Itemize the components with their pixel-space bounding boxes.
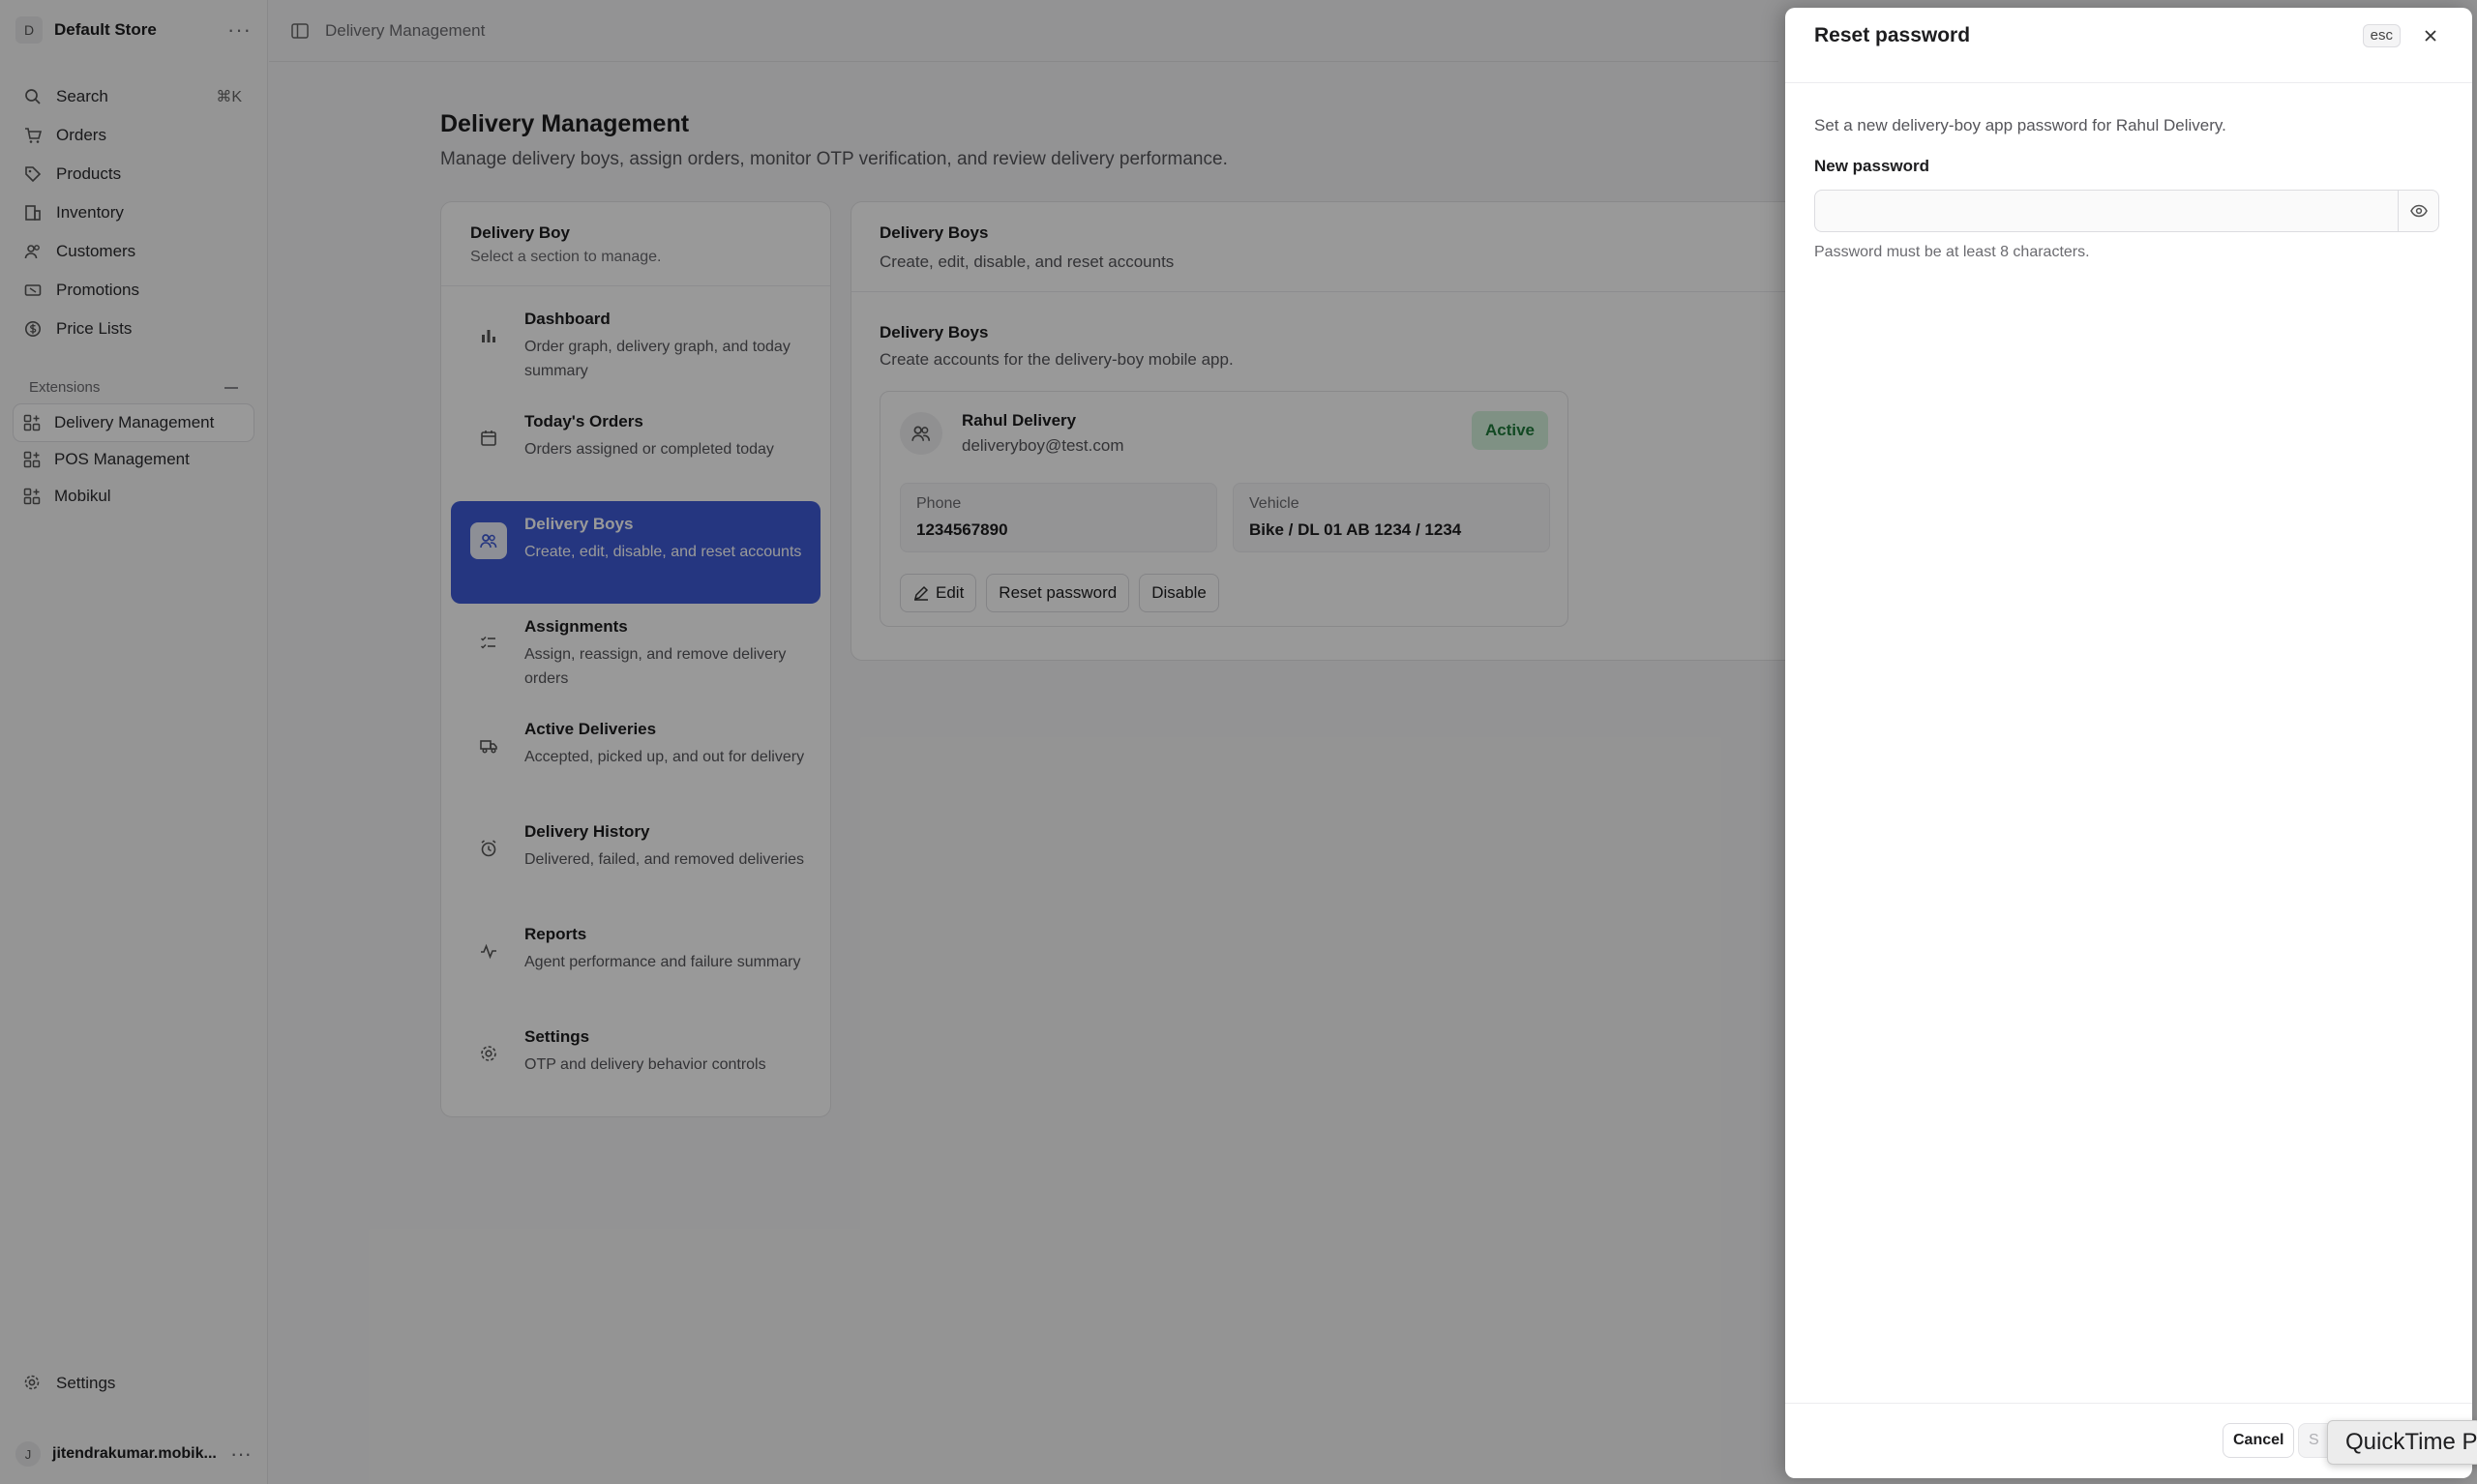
quicktime-tooltip: QuickTime P — [2327, 1420, 2477, 1465]
new-password-field — [1814, 190, 2439, 232]
eye-icon[interactable] — [2399, 190, 2439, 232]
password-hint: Password must be at least 8 characters. — [1814, 244, 2090, 260]
drawer-description: Set a new delivery-boy app password for … — [1814, 116, 2226, 134]
cancel-button[interactable]: Cancel — [2223, 1423, 2295, 1458]
esc-key-hint: esc — [2362, 23, 2401, 47]
drawer-header: Reset password esc — [1785, 8, 2472, 83]
close-icon[interactable] — [2418, 23, 2443, 48]
reset-password-drawer: Reset password esc Set a new delivery-bo… — [1785, 8, 2472, 1478]
new-password-label: New password — [1814, 157, 1930, 175]
new-password-input[interactable] — [1814, 190, 2399, 232]
drawer-title: Reset password — [1814, 23, 1971, 46]
drawer-body: Set a new delivery-boy app password for … — [1785, 83, 2472, 294]
